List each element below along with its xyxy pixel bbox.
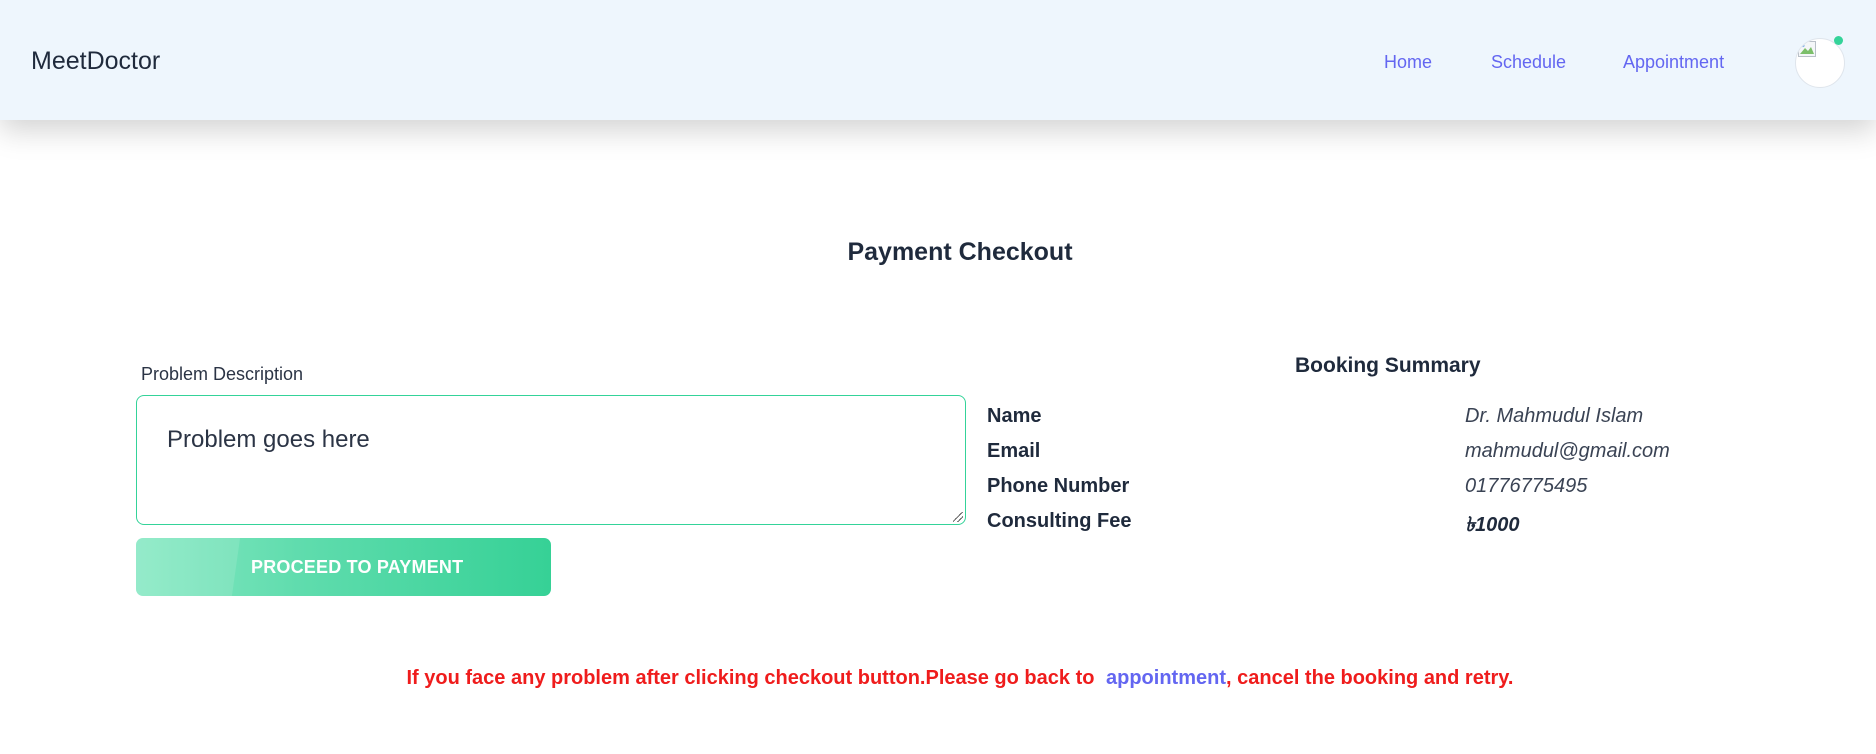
summary-label-name: Name bbox=[987, 405, 1042, 427]
resize-handle-icon[interactable] bbox=[953, 512, 963, 522]
nav-link-schedule[interactable]: Schedule bbox=[1491, 52, 1566, 73]
navbar: MeetDoctor Home Schedule Appointment bbox=[0, 0, 1876, 120]
proceed-to-payment-button[interactable]: PROCEED TO PAYMENT bbox=[136, 538, 551, 596]
summary-value-fee: ৳1000 bbox=[1465, 514, 1520, 536]
problem-description-textarea[interactable]: Problem goes here bbox=[136, 395, 966, 525]
page-title: Payment Checkout bbox=[847, 238, 1073, 266]
summary-value-name: Dr. Mahmudul Islam bbox=[1465, 405, 1644, 427]
booking-summary-title: Booking Summary bbox=[1295, 354, 1481, 377]
notice-text-before: If you face any problem after clicking c… bbox=[406, 667, 1100, 689]
proceed-button-label: PROCEED TO PAYMENT bbox=[251, 557, 464, 577]
summary-label-email: Email bbox=[987, 440, 1041, 462]
problem-description-label: Problem Description bbox=[141, 364, 304, 384]
notice-appointment-link[interactable]: appointment bbox=[1106, 667, 1226, 689]
avatar[interactable] bbox=[1795, 38, 1845, 88]
broken-image-icon bbox=[1798, 41, 1816, 57]
nav-link-home[interactable]: Home bbox=[1384, 52, 1432, 73]
brand-logo[interactable]: MeetDoctor bbox=[31, 47, 160, 76]
online-status-dot bbox=[1834, 36, 1843, 45]
summary-label-phone: Phone Number bbox=[987, 475, 1130, 497]
summary-value-email: mahmudul@gmail.com bbox=[1465, 440, 1670, 462]
checkout-notice: If you face any problem after clicking c… bbox=[0, 667, 1876, 690]
nav-link-appointment[interactable]: Appointment bbox=[1623, 52, 1724, 73]
summary-value-phone: 01776775495 bbox=[1465, 475, 1588, 497]
notice-text-after: , cancel the booking and retry. bbox=[1226, 667, 1514, 689]
problem-description-text: Problem goes here bbox=[167, 426, 370, 453]
summary-label-fee: Consulting Fee bbox=[987, 510, 1132, 532]
